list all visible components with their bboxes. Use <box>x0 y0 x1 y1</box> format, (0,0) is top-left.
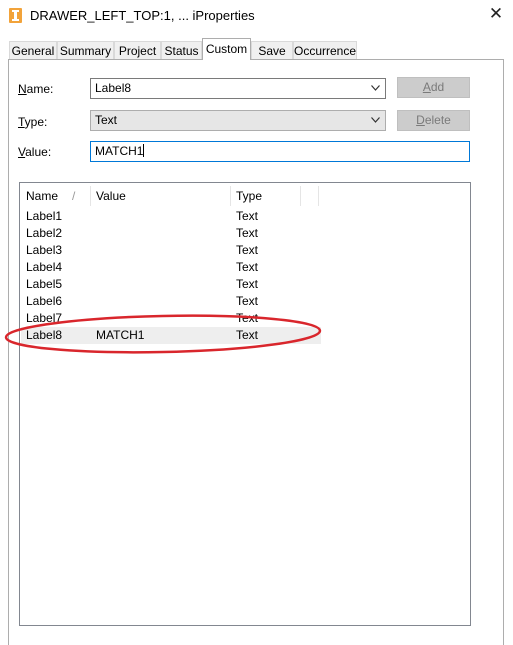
close-icon[interactable]: ✕ <box>486 4 506 24</box>
type-combobox[interactable]: Text <box>90 110 386 131</box>
column-divider[interactable] <box>90 186 91 206</box>
type-label: Type: <box>18 115 48 129</box>
row-name[interactable]: Label3 <box>26 242 62 259</box>
text-caret <box>143 144 145 157</box>
row-name[interactable]: Label1 <box>26 208 62 225</box>
row-value-selected: MATCH1 <box>96 328 145 342</box>
row-name-selected[interactable]: Label8 <box>26 327 62 344</box>
value-label: Value: <box>18 145 52 159</box>
tab-save[interactable]: Save <box>251 41 293 59</box>
chevron-down-icon[interactable] <box>371 85 380 91</box>
add-button[interactable]: Add <box>397 77 470 98</box>
row-type: Text <box>236 260 259 274</box>
row-name[interactable]: Label4 <box>26 259 62 276</box>
tab-summary[interactable]: Summary <box>57 41 114 59</box>
row-type: Text <box>236 294 259 308</box>
column-divider[interactable] <box>230 186 231 206</box>
row-type: Text <box>236 243 259 257</box>
tab-general[interactable]: General <box>9 41 57 59</box>
selected-row-highlight <box>21 327 321 344</box>
tab-occurrence[interactable]: Occurrence <box>293 41 357 59</box>
column-divider[interactable] <box>318 186 319 206</box>
tab-status[interactable]: Status <box>161 41 202 59</box>
value-input[interactable]: MATCH1 <box>90 141 470 162</box>
window-title: DRAWER_LEFT_TOP:1, ... iProperties <box>30 8 255 23</box>
title-bar: DRAWER_LEFT_TOP:1, ... iProperties ✕ <box>0 0 513 31</box>
value-input-text: MATCH1 <box>95 144 144 158</box>
delete-button[interactable]: Delete <box>397 110 470 131</box>
chevron-down-icon[interactable] <box>371 117 380 123</box>
column-header-value[interactable]: Value <box>96 185 126 207</box>
inventor-app-icon <box>9 8 22 23</box>
row-name[interactable]: Label2 <box>26 225 62 242</box>
row-type: Text <box>236 277 259 291</box>
column-header-type[interactable]: Type <box>236 185 262 207</box>
tab-project[interactable]: Project <box>114 41 161 59</box>
tab-custom[interactable]: Custom <box>202 38 251 60</box>
row-name[interactable]: Label7 <box>26 310 62 327</box>
row-name[interactable]: Label6 <box>26 293 62 310</box>
row-name[interactable]: Label5 <box>26 276 62 293</box>
sort-indicator-icon: / <box>72 189 76 203</box>
column-divider[interactable] <box>300 186 301 206</box>
type-combobox-value: Text <box>95 113 118 127</box>
column-header-name[interactable]: Name <box>26 185 58 207</box>
name-label: Name: <box>18 82 54 96</box>
row-type-selected: Text <box>236 328 259 342</box>
row-type: Text <box>236 311 259 325</box>
row-type: Text <box>236 209 259 223</box>
name-combobox-value: Label8 <box>95 81 132 95</box>
name-combobox[interactable]: Label8 <box>90 78 386 99</box>
row-type: Text <box>236 226 259 240</box>
